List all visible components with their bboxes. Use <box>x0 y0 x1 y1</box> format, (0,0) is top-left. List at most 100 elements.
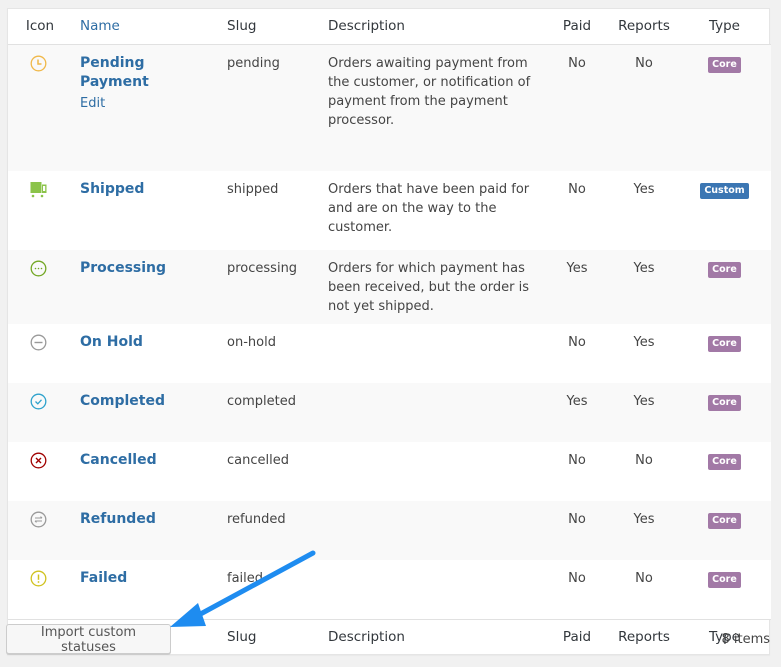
status-slug: on-hold <box>219 324 320 383</box>
status-paid: No <box>544 44 610 171</box>
table-row: Failed failed No No Core <box>8 560 771 619</box>
status-slug: pending <box>219 44 320 171</box>
status-slug: shipped <box>219 171 320 250</box>
status-name-link[interactable]: Failed <box>80 569 127 588</box>
status-description <box>320 383 544 442</box>
x-circle-icon <box>30 452 47 469</box>
status-type-cell: Core <box>678 560 771 619</box>
status-name-cell: Cancelled <box>72 442 219 501</box>
table-row: On Hold on-hold No Yes Core <box>8 324 771 383</box>
column-footer-reports: Reports <box>610 619 678 654</box>
status-type-cell: Core <box>678 501 771 560</box>
column-header-type: Type <box>678 9 771 44</box>
minus-circle-icon <box>30 334 47 351</box>
status-type-cell: Custom <box>678 171 771 250</box>
table-row: Refunded refunded No Yes Core <box>8 501 771 560</box>
column-header-description: Description <box>320 9 544 44</box>
status-description: Orders awaiting payment from the custome… <box>320 44 544 171</box>
status-type-cell: Core <box>678 324 771 383</box>
truck-icon <box>30 181 47 198</box>
status-name-cell: Pending Payment Edit <box>72 44 219 171</box>
exclamation-circle-icon <box>30 570 47 587</box>
status-description <box>320 324 544 383</box>
column-header-slug: Slug <box>219 9 320 44</box>
status-icon-cell <box>8 442 72 501</box>
status-type-badge: Core <box>708 262 741 278</box>
status-name-cell: Failed <box>72 560 219 619</box>
status-type-badge: Core <box>708 572 741 588</box>
status-icon-cell <box>8 560 72 619</box>
status-description <box>320 442 544 501</box>
status-slug: processing <box>219 250 320 324</box>
table-row: Pending Payment Edit pending Orders awai… <box>8 44 771 171</box>
status-paid: Yes <box>544 250 610 324</box>
status-reports: No <box>610 442 678 501</box>
status-icon-cell <box>8 171 72 250</box>
table-row: Processing processing Orders for which p… <box>8 250 771 324</box>
status-paid: No <box>544 560 610 619</box>
status-name-link[interactable]: On Hold <box>80 333 143 352</box>
edit-link[interactable]: Edit <box>80 94 211 113</box>
status-reports: Yes <box>610 250 678 324</box>
status-type-cell: Core <box>678 383 771 442</box>
table-row: Completed completed Yes Yes Core <box>8 383 771 442</box>
status-type-cell: Core <box>678 442 771 501</box>
clock-icon <box>30 55 47 72</box>
status-description: Orders for which payment has been receiv… <box>320 250 544 324</box>
status-icon-cell <box>8 383 72 442</box>
status-icon-cell <box>8 44 72 171</box>
status-name-link[interactable]: Refunded <box>80 510 156 529</box>
status-paid: Yes <box>544 383 610 442</box>
status-name-link[interactable]: Completed <box>80 392 165 411</box>
status-description <box>320 560 544 619</box>
status-name-cell: Refunded <box>72 501 219 560</box>
status-name-cell: On Hold <box>72 324 219 383</box>
status-slug: refunded <box>219 501 320 560</box>
import-custom-statuses-button[interactable]: Import custom statuses <box>6 624 171 654</box>
status-icon-cell <box>8 250 72 324</box>
status-type-cell: Core <box>678 44 771 171</box>
column-header-name[interactable]: Name <box>72 9 219 44</box>
status-name-link[interactable]: Shipped <box>80 180 144 199</box>
status-reports: No <box>610 560 678 619</box>
status-name-cell: Shipped <box>72 171 219 250</box>
status-icon-cell <box>8 501 72 560</box>
status-paid: No <box>544 442 610 501</box>
ellipsis-circle-icon <box>30 260 47 277</box>
status-paid: No <box>544 324 610 383</box>
status-description: Orders that have been paid for and are o… <box>320 171 544 250</box>
status-reports: Yes <box>610 383 678 442</box>
status-name-cell: Completed <box>72 383 219 442</box>
table-row: Cancelled cancelled No No Core <box>8 442 771 501</box>
status-name-link[interactable]: Pending Payment <box>80 54 211 92</box>
column-footer-description: Description <box>320 619 544 654</box>
column-header-paid: Paid <box>544 9 610 44</box>
order-statuses-table: Icon Name Slug Description Paid Reports … <box>7 8 770 655</box>
status-type-cell: Core <box>678 250 771 324</box>
status-slug: failed <box>219 560 320 619</box>
status-name-cell: Processing <box>72 250 219 324</box>
status-name-link[interactable]: Processing <box>80 259 166 278</box>
column-header-reports: Reports <box>610 9 678 44</box>
status-type-badge: Custom <box>700 183 748 199</box>
column-footer-slug: Slug <box>219 619 320 654</box>
column-header-icon: Icon <box>8 9 72 44</box>
refund-circle-icon <box>30 511 47 528</box>
items-count: 8 items <box>721 632 770 647</box>
status-type-badge: Core <box>708 454 741 470</box>
table-row: Shipped shipped Orders that have been pa… <box>8 171 771 250</box>
status-reports: Yes <box>610 324 678 383</box>
status-slug: completed <box>219 383 320 442</box>
status-paid: No <box>544 501 610 560</box>
status-description <box>320 501 544 560</box>
status-type-badge: Core <box>708 513 741 529</box>
status-type-badge: Core <box>708 57 741 73</box>
status-name-link[interactable]: Cancelled <box>80 451 157 470</box>
status-paid: No <box>544 171 610 250</box>
status-reports: Yes <box>610 171 678 250</box>
status-reports: No <box>610 44 678 171</box>
status-slug: cancelled <box>219 442 320 501</box>
table-header-row: Icon Name Slug Description Paid Reports … <box>8 9 771 44</box>
column-footer-paid: Paid <box>544 619 610 654</box>
check-circle-icon <box>30 393 47 410</box>
